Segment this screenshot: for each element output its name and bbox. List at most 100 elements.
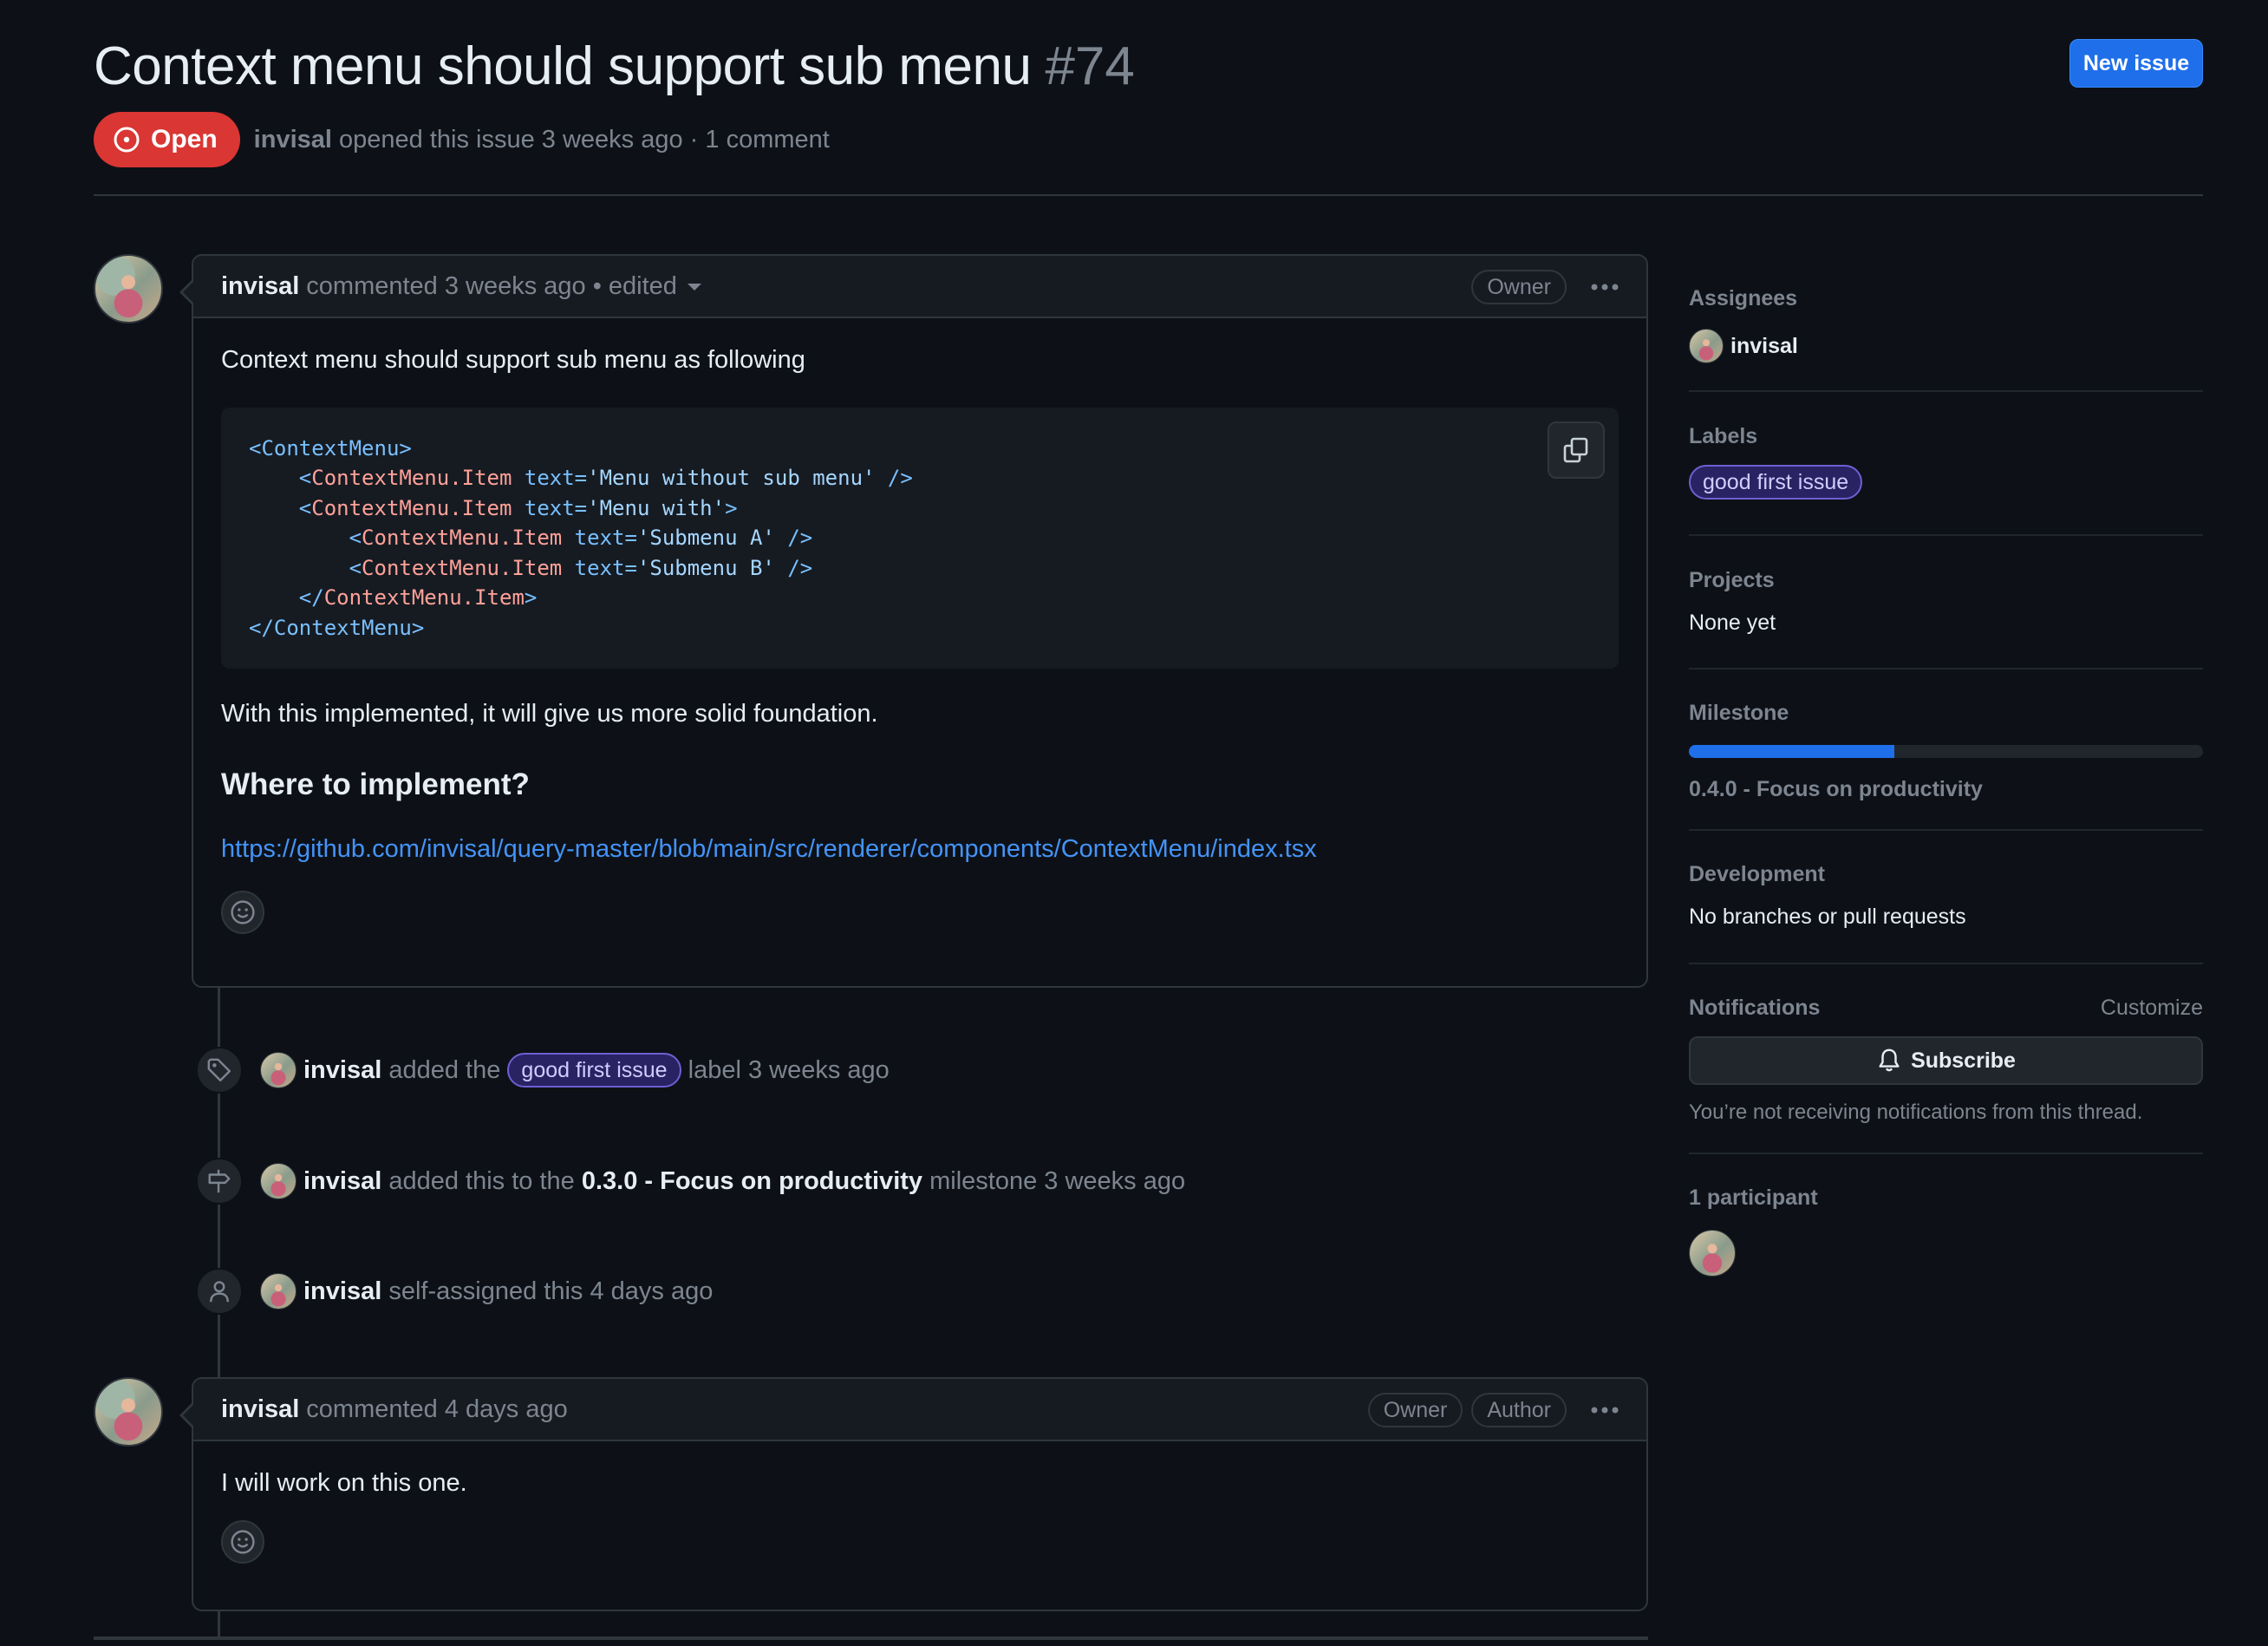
participant-avatar[interactable] — [1689, 1230, 1736, 1277]
comment-author[interactable]: invisal — [221, 272, 299, 301]
issue-meta-text: opened this issue 3 weeks ago · 1 commen… — [339, 125, 830, 153]
timeline-event-labeled: invisal added the good first issue label… — [196, 1047, 890, 1094]
sidebar-notifications: Notifications Customize Subscribe You’re… — [1689, 964, 2203, 1154]
subscribe-label: Subscribe — [1911, 1048, 2016, 1073]
customize-link[interactable]: Customize — [2101, 996, 2203, 1021]
new-issue-button[interactable]: New issue — [2069, 39, 2203, 88]
assignee-name: invisal — [1730, 333, 1798, 358]
source-link[interactable]: https://github.com/invisal/query-master/… — [221, 832, 1619, 867]
timeline-end-divider — [94, 1636, 1648, 1640]
comment-card: invisal commented 4 days ago Owner Autho… — [179, 1377, 1648, 1611]
milestone-link[interactable]: 0.3.0 - Focus on productivity — [582, 1167, 922, 1196]
avatar — [1689, 329, 1724, 363]
avatar[interactable] — [260, 1163, 297, 1199]
comment-card: invisal commented 3 weeks ago • edited O… — [179, 254, 1648, 988]
status-label: Open — [151, 125, 218, 153]
sidebar-heading[interactable]: Assignees — [1689, 286, 2203, 311]
code-line: <ContextMenu.Item text='Menu with'> — [249, 495, 738, 520]
development-value: No branches or pull requests — [1689, 905, 1966, 929]
smiley-icon — [231, 900, 255, 924]
sidebar-heading[interactable]: Labels — [1689, 424, 2203, 449]
issue-title-row: Context menu should support sub menu #74 — [94, 31, 1135, 101]
avatar[interactable] — [94, 254, 163, 323]
comment-body: Context menu should support sub menu as … — [193, 318, 1646, 958]
event-actor[interactable]: invisal — [303, 1167, 381, 1196]
code-line: <ContextMenu.Item text='Submenu B' /> — [249, 555, 813, 580]
avatar[interactable] — [260, 1052, 297, 1088]
owner-badge: Owner — [1471, 270, 1567, 304]
edited-dropdown[interactable]: • edited — [593, 272, 701, 301]
label-pill[interactable]: good first issue — [507, 1053, 681, 1088]
milestone-icon — [196, 1158, 243, 1205]
add-reaction-button[interactable] — [221, 891, 264, 935]
code-line: </ContextMenu> — [249, 615, 425, 640]
comment-body: I will work on this one. — [193, 1441, 1646, 1588]
avatar[interactable] — [94, 1377, 163, 1447]
comment-header-actions: Owner — [1463, 256, 1622, 318]
timeline-line — [218, 1611, 220, 1637]
notifications-header: Notifications Customize — [1689, 996, 2203, 1021]
event-text: milestone 3 weeks ago — [929, 1166, 1186, 1195]
kebab-menu-icon[interactable] — [1587, 270, 1622, 304]
event-actor[interactable]: invisal — [303, 1056, 381, 1085]
sidebar-heading[interactable]: Development — [1689, 862, 2203, 887]
event-text: added this to the — [388, 1166, 575, 1195]
comment-timestamp[interactable]: commented 4 days ago — [306, 1395, 567, 1424]
issue-title: Context menu should support sub menu — [94, 36, 1032, 96]
label-pill[interactable]: good first issue — [1689, 465, 1863, 500]
status-badge: Open — [94, 112, 240, 167]
code-line: <ContextMenu.Item text='Menu without sub… — [249, 466, 913, 491]
kebab-menu-icon[interactable] — [1587, 1393, 1622, 1427]
copy-icon — [1563, 437, 1588, 462]
sidebar-heading[interactable]: Projects — [1689, 568, 2203, 593]
comment-timestamp[interactable]: commented 3 weeks ago — [306, 272, 585, 301]
chevron-down-icon — [687, 283, 701, 291]
notifications-note: You’re not receiving notifications from … — [1689, 1101, 2143, 1124]
bell-icon — [1879, 1048, 1900, 1072]
assignee-item[interactable]: invisal — [1689, 329, 2203, 363]
sidebar-development: Development No branches or pull requests — [1689, 831, 2203, 964]
subscribe-button[interactable]: Subscribe — [1689, 1036, 2203, 1085]
header-divider — [94, 194, 2203, 196]
event-text: label 3 weeks ago — [688, 1055, 890, 1084]
issue-author-link[interactable]: invisal — [254, 126, 332, 153]
event-text: added the — [388, 1055, 501, 1084]
owner-badge: Owner — [1367, 1393, 1463, 1427]
sidebar-heading[interactable]: Milestone — [1689, 701, 2203, 726]
code-block: <ContextMenu> <ContextMenu.Item text='Me… — [221, 407, 1619, 670]
comment-header: invisal commented 4 days ago Owner Autho… — [193, 1379, 1646, 1441]
comment-paragraph: I will work on this one. — [221, 1469, 467, 1497]
milestone-name[interactable]: 0.4.0 - Focus on productivity — [1689, 777, 2203, 802]
issue-sidebar: Assignees invisal Labels good first issu… — [1689, 269, 2203, 1277]
comment-header: invisal commented 3 weeks ago • edited O… — [193, 256, 1646, 318]
comment-paragraph: With this implemented, it will give us m… — [221, 700, 878, 728]
milestone-progress-bar — [1689, 745, 2203, 758]
comment-author[interactable]: invisal — [221, 1395, 299, 1424]
event-actor[interactable]: invisal — [303, 1277, 381, 1306]
issue-meta: invisal opened this issue 3 weeks ago · … — [254, 126, 830, 154]
code-line: <ContextMenu.Item text='Submenu A' /> — [249, 526, 813, 551]
projects-value: None yet — [1689, 611, 1776, 635]
comment-paragraph: Context menu should support sub menu as … — [221, 346, 805, 374]
avatar[interactable] — [260, 1273, 297, 1310]
sidebar-participants: 1 participant — [1689, 1154, 2203, 1277]
sidebar-milestone: Milestone 0.4.0 - Focus on productivity — [1689, 670, 2203, 831]
sidebar-heading: Notifications — [1689, 996, 1821, 1020]
sidebar-assignees: Assignees invisal — [1689, 269, 2203, 392]
code-line: </ContextMenu.Item> — [249, 585, 538, 611]
issue-status-row: Open invisal opened this issue 3 weeks a… — [94, 112, 830, 167]
sidebar-projects: Projects None yet — [1689, 536, 2203, 670]
section-heading: Where to implement? — [221, 767, 530, 801]
edited-label: • edited — [592, 271, 677, 300]
comment-header-actions: Owner Author — [1359, 1379, 1622, 1441]
sidebar-heading: 1 participant — [1689, 1186, 1818, 1210]
author-badge: Author — [1471, 1393, 1567, 1427]
timeline-event-milestoned: invisal added this to the 0.3.0 - Focus … — [196, 1158, 1185, 1205]
issue-page: Context menu should support sub menu #74… — [0, 0, 2268, 1646]
copy-code-button[interactable] — [1548, 421, 1605, 479]
code-line: <ContextMenu> — [249, 435, 412, 460]
issue-number: #74 — [1045, 36, 1135, 96]
smiley-icon — [231, 1530, 255, 1554]
add-reaction-button[interactable] — [221, 1519, 264, 1564]
timeline-event-assigned: invisal self-assigned this 4 days ago — [196, 1268, 713, 1315]
